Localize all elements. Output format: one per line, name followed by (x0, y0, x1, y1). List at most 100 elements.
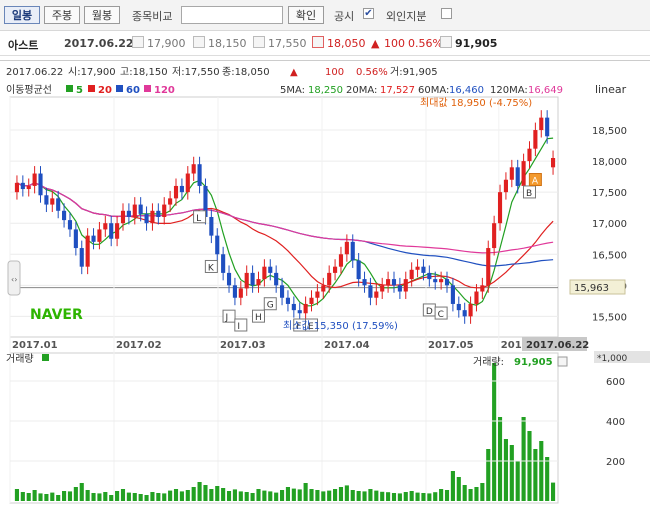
candle-body (232, 285, 237, 298)
tab-daily[interactable]: 일봉 (4, 6, 40, 24)
ma120-line (16, 182, 554, 254)
volume-bar (462, 485, 467, 501)
volume-bar (386, 492, 391, 501)
candle-body (456, 303, 461, 311)
compare-input[interactable] (181, 6, 283, 24)
chevron-icon[interactable]: ‹› (11, 275, 17, 284)
volume-bar (50, 492, 55, 501)
candle-body (56, 198, 61, 211)
volume-bar (221, 488, 226, 501)
candle-body (309, 297, 314, 304)
volume-bar (168, 490, 173, 501)
candle-body (20, 182, 25, 190)
scale-label[interactable]: linear (595, 83, 627, 96)
price-tick-label: 16,500 (592, 250, 627, 261)
volume-bar (156, 493, 161, 501)
volume-bar (527, 431, 532, 501)
candle-body (91, 235, 96, 242)
volume-bar (97, 493, 102, 501)
candle-body (26, 185, 31, 190)
candle-body (67, 220, 73, 230)
candle-body (138, 204, 143, 214)
volume-bar (67, 491, 73, 501)
candle-body (244, 272, 249, 289)
volume-bar (209, 489, 214, 501)
volume-bar (197, 482, 202, 501)
candle-body (333, 266, 338, 273)
volume-bar (545, 457, 550, 501)
candle-body (521, 161, 526, 186)
candle-body (226, 272, 232, 286)
toolbar: 일봉 주봉 월봉 종목비교 확인 공시 ✔ 외인지분 (0, 0, 650, 31)
volume-bar (126, 492, 131, 501)
event-marker-label: B (526, 189, 532, 199)
volume-bar (256, 489, 261, 501)
volume-close-icon[interactable] (557, 356, 568, 367)
ma60-legend: 60 (126, 85, 140, 96)
ohlc-date: 2017.06.22 (6, 67, 63, 78)
tab-monthly[interactable]: 월봉 (84, 6, 120, 24)
volume-tick-label: 200 (606, 457, 625, 468)
moving-average-lines (16, 137, 554, 307)
volume-bar (232, 489, 237, 501)
volume-bar (32, 490, 37, 501)
candle-body (321, 285, 326, 292)
disclosure-checkbox[interactable]: ✔ (363, 8, 374, 19)
candle-body (474, 291, 479, 304)
volume-bar (480, 483, 485, 501)
volume-bar (162, 493, 167, 501)
candle-body (285, 297, 291, 304)
volume-bar (285, 487, 291, 501)
price-chart[interactable]: 2017.06.22 시:17,900 고:18,150 저:17,550 종:… (0, 61, 650, 505)
volume-tick-label: 600 (606, 377, 625, 388)
close-icon (312, 36, 324, 48)
volume-bar (26, 493, 31, 501)
candle-body (120, 210, 126, 224)
candle-body (403, 279, 408, 292)
candle-body (179, 185, 184, 193)
ma20-swatch (88, 85, 95, 92)
volume-bar (374, 490, 379, 501)
volume-bar (439, 489, 444, 501)
volume-bar (262, 490, 267, 501)
volume-bar (380, 491, 385, 501)
volume-bar (391, 493, 397, 501)
volume-bars (14, 363, 556, 501)
confirm-button[interactable]: 확인 (288, 6, 324, 24)
candle-body (362, 279, 367, 286)
volume-title: 거래량 (6, 353, 34, 365)
volume-bar (185, 490, 190, 501)
volume-bar (138, 494, 143, 501)
date-tick-label: 2017.05 (428, 340, 474, 351)
volume-bar (409, 491, 414, 501)
high-icon (193, 36, 205, 48)
ohlc-high: 고:18,150 (120, 67, 168, 78)
candle-body (132, 204, 137, 217)
event-marker-label: I (237, 322, 240, 332)
candles (14, 110, 556, 324)
open-value: 17,900 (147, 37, 186, 50)
candle-body (126, 210, 131, 217)
candle-body (444, 279, 450, 286)
ma120-legend: 120 (154, 85, 175, 96)
naver-logo: NAVER (30, 307, 83, 323)
candle-body (380, 285, 385, 292)
ma120-swatch (144, 85, 151, 92)
volume-bar (191, 487, 196, 501)
foreign-checkbox[interactable] (441, 8, 452, 19)
ma120-label: 120MA: (490, 85, 528, 96)
candle-body (62, 210, 67, 221)
event-marker-label: J (225, 313, 229, 323)
volume-bar (338, 487, 344, 501)
low-icon (253, 36, 265, 48)
ohlc-change: 100 (325, 67, 344, 78)
tab-weekly[interactable]: 주봉 (44, 6, 80, 24)
candle-body (468, 303, 473, 317)
ma20-legend: 20 (98, 85, 112, 96)
candle-body (50, 198, 55, 205)
candle-body (103, 223, 108, 230)
close-value: 18,050 (327, 37, 366, 50)
volume-header-value: 91,905 (514, 357, 553, 368)
open-icon (132, 36, 144, 48)
candle-body (291, 303, 296, 311)
